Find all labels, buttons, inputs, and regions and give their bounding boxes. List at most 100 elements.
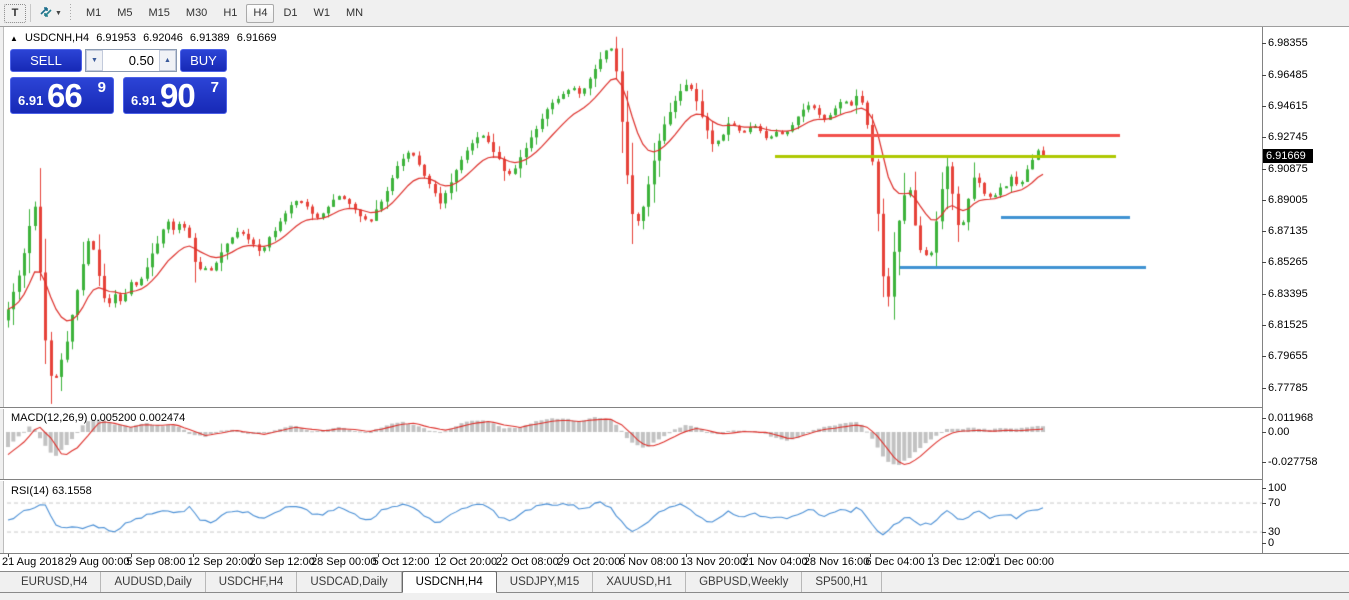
price-axis-label: 6.92745 [1268, 131, 1308, 143]
price-axis-tick [1262, 137, 1266, 138]
price-axis-label: 6.83395 [1268, 288, 1308, 300]
time-axis-label: 20 Sep 12:00 [249, 556, 314, 568]
one-click-collapse-toggle[interactable]: ▲ [10, 34, 18, 43]
macd-axis-tick [1262, 418, 1266, 419]
macd-axis-label: 0.00 [1268, 426, 1289, 438]
price-axis-label: 6.94615 [1268, 100, 1308, 112]
trade-arrows-button[interactable]: ▼ [35, 4, 66, 23]
timeframe-button-mn[interactable]: MN [339, 4, 370, 23]
toolbar: T ▼ M1M5M15M30H1H4D1W1MN [0, 0, 1349, 27]
rsi-axis-tick [1262, 488, 1266, 489]
rsi-axis-tick [1262, 543, 1266, 544]
toolbar-separator [30, 4, 31, 22]
chart-tab-gbpusd[interactable]: GBPUSD,Weekly [686, 572, 802, 592]
time-axis-label: 29 Aug 00:00 [65, 556, 130, 568]
timeframe-button-m15[interactable]: M15 [142, 4, 177, 23]
chart-tab-usdcnh[interactable]: USDCNH,H4 [402, 571, 497, 593]
timeframe-button-w1[interactable]: W1 [307, 4, 338, 23]
macd-axis-label: 0.011968 [1268, 412, 1313, 424]
one-click-trading-panel: SELL ▼ 0.50 ▲ BUY 6.91 66 9 6.91 90 7 [10, 49, 227, 114]
time-scale[interactable]: 21 Aug 201829 Aug 00:005 Sep 08:0012 Sep… [0, 554, 1349, 571]
time-axis-label: 29 Oct 20:00 [557, 556, 620, 568]
panel-separator[interactable] [0, 479, 1349, 481]
trade-arrows-icon [39, 5, 53, 22]
time-axis-label: 21 Nov 04:00 [742, 556, 807, 568]
price-axis-tick [1262, 325, 1266, 326]
chart-tab-bar: EURUSD,H4AUDUSD,DailyUSDCHF,H4USDCAD,Dai… [0, 571, 1349, 593]
price-axis-tick [1262, 75, 1266, 76]
buy-price-prefix: 6.91 [131, 93, 156, 108]
macd-axis-tick [1262, 432, 1266, 433]
price-axis-label: 6.77785 [1268, 382, 1308, 394]
price-axis-tick [1262, 388, 1266, 389]
price-axis-label: 6.96485 [1268, 69, 1308, 81]
ohlc-close: 6.91669 [237, 32, 277, 44]
chart-header: ▲ USDCNH,H4 6.91953 6.92046 6.91389 6.91… [10, 32, 280, 44]
timeframe-button-h4[interactable]: H4 [246, 4, 274, 23]
price-axis-label: 6.85265 [1268, 256, 1308, 268]
window-left-edge [0, 27, 4, 572]
price-axis-label: 6.98355 [1268, 37, 1308, 49]
time-axis-label: 6 Nov 08:00 [619, 556, 678, 568]
price-axis-tick [1262, 262, 1266, 263]
price-axis-tick [1262, 106, 1266, 107]
timeframe-button-m1[interactable]: M1 [79, 4, 108, 23]
timeframe-button-h1[interactable]: H1 [216, 4, 244, 23]
time-axis-label: 12 Oct 20:00 [434, 556, 497, 568]
volume-stepper: ▼ 0.50 ▲ [85, 49, 177, 72]
chart-tab-eurusd[interactable]: EURUSD,H4 [8, 572, 101, 592]
sell-price-button[interactable]: 6.91 66 9 [10, 77, 114, 114]
buy-button[interactable]: BUY [180, 49, 227, 72]
current-price-badge: 6.91669 [1263, 149, 1313, 163]
price-axis-tick [1262, 169, 1266, 170]
price-axis-label: 6.89005 [1268, 194, 1308, 206]
sell-price-big: 66 [47, 78, 82, 114]
sell-price-prefix: 6.91 [18, 93, 43, 108]
price-axis-tick [1262, 294, 1266, 295]
ohlc-open: 6.91953 [96, 32, 136, 44]
buy-price-sup: 7 [211, 79, 219, 96]
chart-tab-xauusd[interactable]: XAUUSD,H1 [593, 572, 686, 592]
text-tool-button[interactable]: T [4, 4, 26, 23]
chevron-down-icon: ▼ [55, 10, 62, 17]
rsi-axis-label: 0 [1268, 537, 1274, 549]
chart-tab-sp500[interactable]: SP500,H1 [802, 572, 881, 592]
time-axis-line [0, 553, 1349, 554]
timeframe-button-m5[interactable]: M5 [110, 4, 139, 23]
time-axis-label: 13 Dec 12:00 [927, 556, 992, 568]
chart-tab-usdcad[interactable]: USDCAD,Daily [297, 572, 401, 592]
rsi-axis-tick [1262, 532, 1266, 533]
volume-input[interactable]: 0.50 [103, 50, 159, 71]
timeframe-button-d1[interactable]: D1 [276, 4, 304, 23]
sell-button[interactable]: SELL [10, 49, 82, 72]
volume-decrease-button[interactable]: ▼ [86, 50, 103, 71]
time-axis-label: 21 Dec 00:00 [989, 556, 1054, 568]
rsi-axis-label: 70 [1268, 497, 1280, 509]
time-axis-label: 21 Aug 2018 [2, 556, 64, 568]
price-axis-label: 6.87135 [1268, 225, 1308, 237]
toolbar-grip [70, 4, 73, 22]
price-axis-label: 6.79655 [1268, 350, 1308, 362]
panel-separator[interactable] [0, 407, 1349, 409]
macd-indicator-canvas[interactable] [0, 409, 1262, 479]
time-axis-label: 28 Sep 00:00 [311, 556, 376, 568]
volume-increase-button[interactable]: ▲ [159, 50, 176, 71]
sell-price-sup: 9 [98, 79, 106, 96]
time-axis-label: 28 Nov 16:00 [804, 556, 869, 568]
time-axis-label: 22 Oct 08:00 [496, 556, 559, 568]
price-axis-label: 6.90875 [1268, 163, 1308, 175]
time-axis-label: 13 Nov 20:00 [681, 556, 746, 568]
timeframe-button-m30[interactable]: M30 [179, 4, 214, 23]
chart-tab-usdjpy[interactable]: USDJPY,M15 [497, 572, 593, 592]
time-axis-label: 12 Sep 20:00 [188, 556, 253, 568]
buy-price-button[interactable]: 6.91 90 7 [123, 77, 227, 114]
timeframe-buttons: M1M5M15M30H1H4D1W1MN [78, 4, 371, 23]
rsi-indicator-canvas[interactable] [0, 481, 1262, 553]
window-bottom-edge [0, 593, 1349, 600]
symbol-title: USDCNH,H4 [25, 32, 89, 44]
time-axis-label: 5 Oct 12:00 [373, 556, 430, 568]
time-axis-label: 5 Sep 08:00 [126, 556, 185, 568]
chart-tab-usdchf[interactable]: USDCHF,H4 [206, 572, 298, 592]
price-axis-tick [1262, 231, 1266, 232]
chart-tab-audusd[interactable]: AUDUSD,Daily [101, 572, 205, 592]
